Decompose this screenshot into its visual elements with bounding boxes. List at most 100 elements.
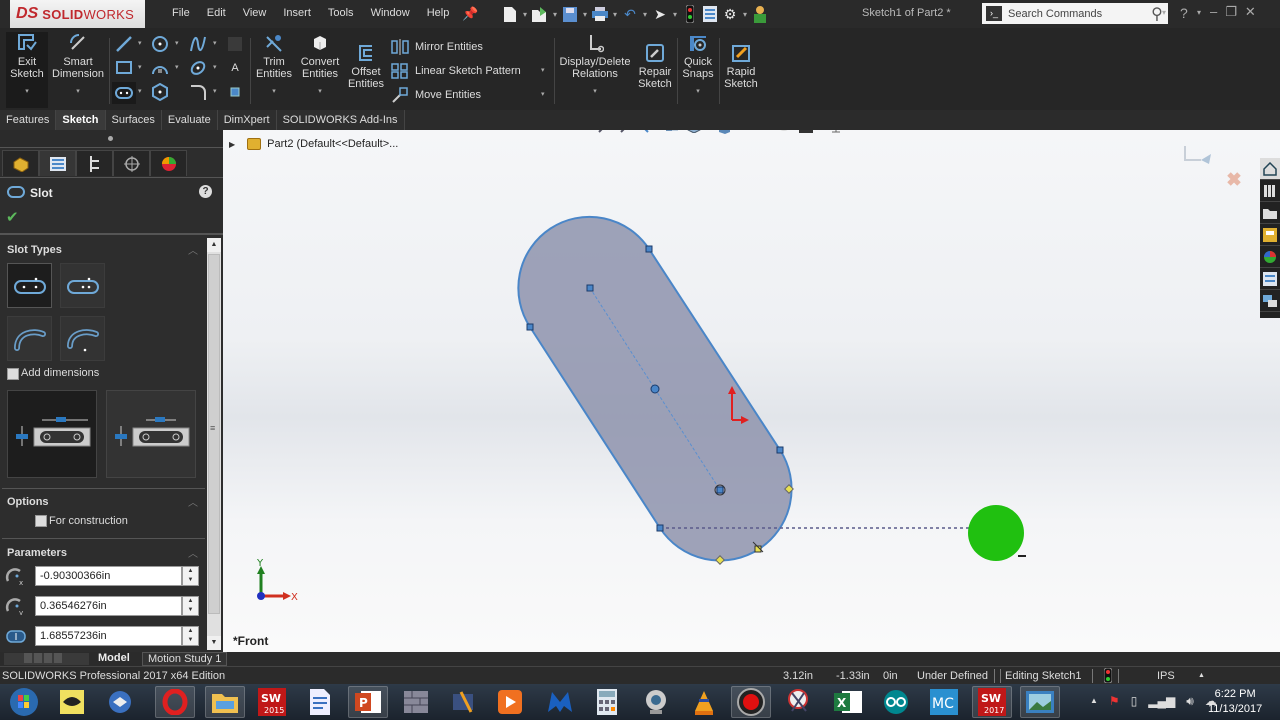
search-input[interactable]: Search Commands bbox=[1008, 8, 1146, 20]
slot-length-input[interactable] bbox=[35, 626, 182, 646]
print-dropdown[interactable]: ▾ bbox=[610, 10, 620, 19]
3-point-arc-slot-button[interactable] bbox=[7, 316, 52, 361]
calculator-icon[interactable] bbox=[587, 686, 627, 718]
ok-checkmark-button[interactable]: ✔ bbox=[6, 208, 19, 226]
convert-entities-button[interactable]: Convert Entities ▾ bbox=[298, 32, 342, 98]
action-center-icon[interactable]: ⚑ bbox=[1109, 694, 1120, 709]
solidworks-logo[interactable]: DS SOLIDWORKS bbox=[10, 0, 145, 28]
options-dropdown[interactable]: ▾ bbox=[740, 10, 750, 19]
collapse-parameters-icon[interactable]: ︿ bbox=[188, 545, 198, 560]
mc-app-icon[interactable]: MC bbox=[924, 686, 964, 718]
save-dropdown[interactable]: ▾ bbox=[580, 10, 590, 19]
tab-model[interactable]: Model bbox=[93, 652, 135, 666]
tab-dimxpert[interactable]: DimXpert bbox=[217, 110, 277, 130]
media-app-icon[interactable] bbox=[444, 686, 484, 718]
text-icon[interactable]: A bbox=[225, 58, 245, 78]
move-entities-button[interactable]: Move Entities bbox=[390, 86, 481, 104]
pin-menu-icon[interactable]: 📌 bbox=[462, 6, 478, 22]
display-manager-tab[interactable] bbox=[150, 150, 187, 176]
tab-features[interactable]: Features bbox=[0, 110, 57, 130]
undo-icon[interactable]: ↶ bbox=[620, 4, 640, 24]
rapid-sketch-button[interactable]: Rapid Sketch bbox=[722, 42, 760, 90]
ellipse-icon[interactable] bbox=[188, 58, 208, 78]
unit-system-dropdown[interactable]: ▲ bbox=[1198, 672, 1205, 679]
powerpoint-icon[interactable]: P bbox=[348, 686, 388, 718]
slot-center-point[interactable] bbox=[650, 384, 660, 394]
batch-app-icon[interactable] bbox=[52, 686, 92, 718]
menu-insert[interactable]: Insert bbox=[283, 7, 311, 19]
options-icon[interactable]: ⚙ bbox=[720, 4, 740, 24]
save-icon[interactable] bbox=[560, 4, 580, 24]
sketch-point[interactable] bbox=[716, 486, 724, 494]
print-icon[interactable] bbox=[590, 4, 610, 24]
slot-dropdown[interactable]: ▾ bbox=[138, 87, 142, 95]
menu-file[interactable]: File bbox=[172, 7, 190, 19]
photo-viewer-icon[interactable] bbox=[1020, 686, 1060, 718]
power-icon[interactable]: ▯ bbox=[1131, 694, 1138, 709]
center-x-spinner[interactable]: ▲ ▼ bbox=[182, 566, 199, 586]
trim-entities-button[interactable]: Trim Entities ▾ bbox=[254, 32, 294, 98]
center-x-input[interactable] bbox=[35, 566, 182, 586]
feature-manager-tab[interactable] bbox=[2, 150, 39, 176]
restore-button[interactable]: ❐ bbox=[1225, 4, 1237, 20]
exit-sketch-dropdown[interactable]: ▾ bbox=[25, 86, 29, 98]
offset-entities-button[interactable]: Offset Entities bbox=[346, 42, 386, 90]
arc-icon[interactable] bbox=[150, 58, 170, 78]
sketch-point[interactable] bbox=[656, 524, 664, 532]
tab-surfaces[interactable]: Surfaces bbox=[105, 110, 162, 130]
close-button[interactable]: ✕ bbox=[1245, 4, 1256, 20]
sketch-point[interactable] bbox=[645, 245, 653, 253]
add-dimensions-checkbox[interactable] bbox=[7, 368, 19, 380]
linear-sketch-pattern-button[interactable]: Linear Sketch Pattern bbox=[390, 62, 521, 80]
system-clock[interactable]: 6:22 PM 11/13/2017 bbox=[1208, 687, 1262, 717]
menu-view[interactable]: View bbox=[243, 7, 267, 19]
spline-dropdown[interactable]: ▾ bbox=[213, 39, 217, 47]
collapse-slot-types-icon[interactable]: ︿ bbox=[188, 242, 198, 257]
for-construction-checkbox[interactable] bbox=[35, 515, 47, 527]
spline-icon[interactable] bbox=[188, 34, 208, 54]
select-dropdown[interactable]: ▾ bbox=[670, 10, 680, 19]
open-icon[interactable] bbox=[530, 4, 550, 24]
file-explorer-taskbar-icon[interactable] bbox=[205, 686, 245, 718]
fillet-icon[interactable] bbox=[188, 82, 208, 102]
center-y-input[interactable] bbox=[35, 596, 182, 616]
wall-app-icon[interactable] bbox=[396, 686, 436, 718]
new-dropdown[interactable]: ▾ bbox=[520, 10, 530, 19]
arc-dropdown[interactable]: ▾ bbox=[175, 63, 179, 71]
slot-length-spinner[interactable]: ▲ ▼ bbox=[182, 626, 199, 646]
thunderbird-icon[interactable] bbox=[100, 686, 140, 718]
help-icon[interactable]: ? bbox=[1180, 5, 1188, 21]
media-player-icon[interactable] bbox=[490, 686, 530, 718]
open-dropdown[interactable]: ▾ bbox=[550, 10, 560, 19]
panel-splitter[interactable] bbox=[0, 130, 223, 148]
property-manager-tab[interactable] bbox=[39, 150, 76, 176]
select-icon[interactable]: ➤ bbox=[650, 4, 670, 24]
show-hidden-icons[interactable]: ▲ bbox=[1090, 694, 1098, 709]
tab-solidworks-add-ins[interactable]: SOLIDWORKS Add-Ins bbox=[276, 110, 405, 130]
exit-sketch-button[interactable]: Exit Sketch ▾ bbox=[6, 32, 48, 108]
search-dropdown[interactable]: ▾ bbox=[1162, 8, 1166, 17]
centerpoint-arc-slot-button[interactable] bbox=[60, 316, 105, 361]
quick-snaps-button[interactable]: Quick Snaps ▾ bbox=[680, 32, 716, 98]
linear-pattern-dropdown[interactable]: ▾ bbox=[541, 66, 545, 74]
new-icon[interactable] bbox=[500, 4, 520, 24]
rebuild-icon[interactable] bbox=[680, 4, 700, 24]
quick-snaps-dropdown[interactable]: ▾ bbox=[696, 86, 700, 98]
rectangle-icon[interactable] bbox=[114, 58, 134, 78]
volume-icon[interactable]: 🔊︎ bbox=[1186, 694, 1194, 709]
search-commands[interactable]: ›_ Search Commands ⚲ bbox=[982, 3, 1168, 24]
center-to-center-dimension-button[interactable] bbox=[106, 390, 196, 478]
smart-dimension-dropdown[interactable]: ▾ bbox=[76, 86, 80, 98]
menu-tools[interactable]: Tools bbox=[328, 7, 354, 19]
overall-length-dimension-button[interactable] bbox=[7, 390, 97, 478]
smart-dimension-button[interactable]: Smart Dimension ▾ bbox=[52, 32, 104, 98]
start-button[interactable] bbox=[4, 686, 44, 718]
plane-icon[interactable] bbox=[225, 34, 245, 54]
property-manager-scrollbar[interactable]: ▲ ≡ ▼ bbox=[207, 238, 221, 650]
tab-motion-study-1[interactable]: Motion Study 1 bbox=[142, 652, 228, 666]
point-icon[interactable] bbox=[225, 82, 245, 102]
configuration-manager-tab[interactable] bbox=[76, 150, 113, 176]
malwarebytes-icon[interactable] bbox=[540, 686, 580, 718]
straight-slot-button[interactable] bbox=[7, 263, 52, 308]
graphics-area[interactable]: ▶ Part2 (Default<<Default>... ▾ ▾ ▾ ▾ ▾ … bbox=[223, 130, 1280, 652]
